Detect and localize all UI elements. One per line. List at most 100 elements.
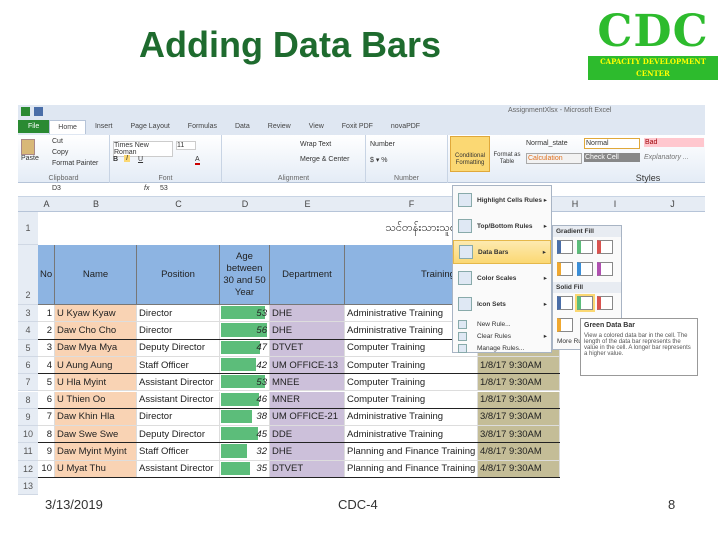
column-header-i[interactable]: I — [590, 199, 640, 209]
cell-department[interactable]: DDE — [270, 426, 345, 444]
format-as-table-button[interactable]: Format as Table — [492, 136, 522, 172]
row-header[interactable]: 5 — [18, 339, 38, 357]
cell-position[interactable]: Director — [137, 408, 220, 427]
red-solid-bar-option[interactable] — [597, 296, 613, 310]
cell-department[interactable]: DTVET — [270, 460, 345, 478]
cell-age[interactable]: 56 — [220, 322, 270, 340]
column-header-d[interactable]: D — [220, 199, 270, 209]
cell-department[interactable]: MNER — [270, 391, 345, 409]
cell-no[interactable]: 4 — [38, 356, 55, 375]
row-header[interactable]: 7 — [18, 374, 38, 392]
tab-formulas[interactable]: Formulas — [179, 123, 226, 130]
column-header-e[interactable]: E — [270, 199, 345, 209]
cell-position[interactable]: Staff Officer — [137, 443, 220, 461]
green-gradient-bar-option[interactable] — [577, 240, 593, 254]
cell-name[interactable]: Daw Swe Swe — [55, 426, 137, 444]
tab-data[interactable]: Data — [226, 123, 259, 130]
cell-no[interactable]: 1 — [38, 305, 55, 323]
tab-file[interactable]: File — [18, 120, 50, 133]
cell-training[interactable]: Planning and Finance Training — [345, 443, 478, 461]
formula-input[interactable]: 53 — [160, 185, 168, 192]
font-color-button[interactable]: A — [195, 156, 200, 165]
tab-view[interactable]: View — [300, 123, 333, 130]
cell-name[interactable]: U Hla Myint — [55, 374, 137, 392]
cell-no[interactable]: 3 — [38, 339, 55, 357]
cut-button[interactable]: Cut — [52, 138, 63, 145]
blue-solid-bar-option[interactable] — [557, 296, 573, 310]
cell-no[interactable]: 5 — [38, 374, 55, 392]
menu-item-clear-rules[interactable]: Clear Rules ▸ — [453, 330, 551, 342]
column-header-h[interactable]: H — [560, 199, 590, 209]
cell-position[interactable]: Director — [137, 305, 220, 323]
cell-department[interactable]: DHE — [270, 322, 345, 340]
cell-name[interactable]: Daw Mya Mya — [55, 339, 137, 357]
row-header[interactable]: 9 — [18, 408, 38, 427]
cell-age[interactable]: 53 — [220, 305, 270, 323]
lightblue-gradient-bar-option[interactable] — [577, 262, 593, 276]
row-header[interactable]: 4 — [18, 322, 38, 340]
style-normal[interactable]: Normal — [584, 138, 640, 149]
blue-gradient-bar-option[interactable] — [557, 240, 573, 254]
cell-age[interactable]: 53 — [220, 374, 270, 392]
cell-position[interactable]: Director — [137, 322, 220, 340]
green-solid-bar-option[interactable] — [575, 294, 595, 312]
cell-department[interactable]: DHE — [270, 443, 345, 461]
conditional-formatting-button[interactable]: Conditional Formatting — [450, 136, 490, 172]
cell-age[interactable]: 42 — [220, 356, 270, 375]
save-icon[interactable] — [34, 107, 43, 116]
cell-department[interactable]: MNEE — [270, 374, 345, 392]
cell-age[interactable]: 32 — [220, 443, 270, 461]
currency-button[interactable]: $ ▾ % — [370, 156, 388, 164]
cell-name[interactable]: Daw Khin Hla — [55, 408, 137, 427]
cell-name[interactable]: U Thien Oo — [55, 391, 137, 409]
column-header-c[interactable]: C — [137, 199, 220, 209]
cell-position[interactable]: Deputy Director — [137, 426, 220, 444]
tab-insert[interactable]: Insert — [86, 123, 122, 130]
cell-training[interactable]: Administrative Training — [345, 408, 478, 427]
cell-name[interactable]: U Myat Thu — [55, 460, 137, 478]
column-header-b[interactable]: B — [55, 199, 137, 209]
column-header-a[interactable]: A — [38, 199, 55, 209]
tab-home[interactable]: Home — [49, 119, 86, 134]
row-header[interactable]: 8 — [18, 391, 38, 409]
cell-age[interactable]: 47 — [220, 339, 270, 357]
menu-item-new-rule[interactable]: New Rule... — [453, 318, 551, 330]
cell-training[interactable]: Administrative Training — [345, 426, 478, 444]
cell-time[interactable]: 3/8/17 9:30AM — [478, 426, 560, 444]
cell-training[interactable]: Planning and Finance Training — [345, 460, 478, 478]
cell-name[interactable]: Daw Myint Myint — [55, 443, 137, 461]
cell-time[interactable]: 4/8/17 9:30AM — [478, 460, 560, 478]
style-check-cell[interactable]: Check Cell — [584, 153, 640, 162]
row-header[interactable]: 13 — [18, 478, 38, 495]
cell-department[interactable]: DHE — [270, 305, 345, 323]
tab-page-layout[interactable]: Page Layout — [121, 123, 178, 130]
underline-button[interactable]: U — [138, 156, 143, 163]
cell-no[interactable]: 10 — [38, 460, 55, 478]
tab-novapdf[interactable]: novaPDF — [382, 123, 429, 130]
cell-no[interactable]: 7 — [38, 408, 55, 427]
cell-no[interactable]: 6 — [38, 391, 55, 409]
cell-no[interactable]: 9 — [38, 443, 55, 461]
bold-button[interactable]: B — [113, 156, 118, 163]
cell-position[interactable]: Assistant Director — [137, 374, 220, 392]
cell-no[interactable]: 8 — [38, 426, 55, 444]
italic-button[interactable]: I — [124, 155, 130, 162]
cell-time[interactable]: 1/8/17 9:30AM — [478, 391, 560, 409]
cell-no[interactable]: 2 — [38, 322, 55, 340]
menu-item-manage-rules[interactable]: Manage Rules... — [453, 342, 551, 354]
cell-training[interactable]: Computer Training — [345, 356, 478, 375]
cell-position[interactable]: Deputy Director — [137, 339, 220, 357]
cell-name[interactable]: U Aung Aung — [55, 356, 137, 375]
row-header[interactable]: 10 — [18, 426, 38, 444]
style-explanatory[interactable]: Explanatory ... — [644, 154, 704, 161]
style-bad[interactable]: Bad — [644, 138, 704, 147]
cell-age[interactable]: 38 — [220, 408, 270, 427]
style-calculation[interactable]: Calculation — [526, 153, 582, 164]
cell-department[interactable]: DTVET — [270, 339, 345, 357]
cell-position[interactable]: Assistant Director — [137, 391, 220, 409]
orange-solid-bar-option[interactable] — [557, 318, 573, 332]
font-name-select[interactable]: Times New Roman — [113, 141, 173, 157]
cell-name[interactable]: U Kyaw Kyaw — [55, 305, 137, 323]
cell-age[interactable]: 35 — [220, 460, 270, 478]
format-painter-button[interactable]: Format Painter — [52, 160, 98, 167]
